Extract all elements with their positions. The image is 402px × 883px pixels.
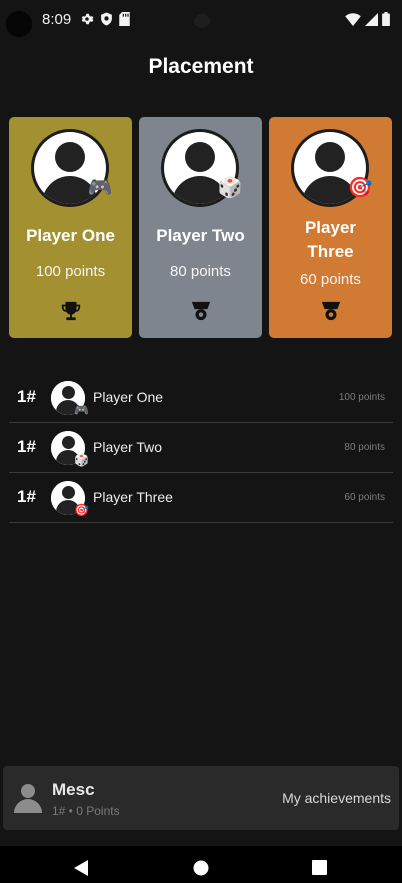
avatar: 🎲 — [161, 129, 242, 207]
sd-card-icon — [119, 12, 130, 26]
list-item[interactable]: 1# 🎯 Player Three 60 points — [9, 473, 393, 523]
shield-icon — [100, 12, 113, 26]
camera-cutout — [6, 11, 32, 37]
podium-card-second[interactable]: 🎲 Player Two 80 points — [139, 117, 262, 338]
trophy-icon — [60, 300, 82, 322]
signal-icon — [365, 12, 378, 31]
rank-label: 1# — [17, 437, 36, 456]
battery-icon — [382, 12, 390, 31]
player-name: Player One — [93, 389, 164, 405]
settings-icon — [80, 12, 94, 26]
dice-icon: 🎲 — [217, 177, 243, 199]
user-avatar-icon — [12, 782, 44, 814]
player-points: 100 points — [338, 392, 385, 403]
podium-card-third[interactable]: 🎯 Player Three 60 points — [269, 117, 392, 338]
rank-label: 1# — [17, 387, 36, 406]
avatar: 🎯 — [51, 481, 89, 517]
podium: 🎮 Player One 100 points 🎲 Player Two 80 … — [9, 117, 393, 338]
back-icon[interactable] — [73, 860, 89, 881]
avatar: 🎲 — [51, 431, 89, 467]
list-item[interactable]: 1# 🎲 Player Two 80 points — [9, 423, 393, 473]
wifi-icon — [345, 12, 361, 31]
front-sensor — [194, 14, 210, 28]
player-name: Player Two — [93, 439, 162, 455]
player-points: 80 points — [344, 442, 385, 453]
system-nav-bar — [0, 846, 402, 883]
medal-icon — [190, 300, 212, 322]
recents-icon[interactable] — [312, 860, 327, 880]
gamepad-icon: 🎮 — [74, 403, 89, 417]
page-title: Placement — [148, 55, 254, 78]
avatar: 🎮 — [51, 381, 89, 417]
player-points: 60 points — [300, 271, 361, 288]
ranking-list: 1# 🎮 Player One 100 points 1# 🎲 Player T… — [9, 373, 393, 523]
user-name: Mesc — [52, 780, 95, 799]
target-icon: 🎯 — [347, 177, 373, 199]
rank-label: 1# — [17, 487, 36, 506]
home-icon[interactable] — [193, 860, 209, 881]
avatar: 🎯 — [291, 129, 372, 207]
user-rank-points: 1# • 0 Points — [52, 804, 120, 818]
dice-icon: 🎲 — [74, 453, 89, 467]
avatar: 🎮 — [31, 129, 112, 207]
player-points: 100 points — [35, 263, 106, 280]
player-points: 80 points — [170, 263, 231, 280]
list-item[interactable]: 1# 🎮 Player One 100 points — [9, 373, 393, 423]
status-time: 8:09 — [42, 11, 72, 28]
player-name: Player Two — [156, 226, 245, 245]
player-name: Player Three — [304, 218, 357, 261]
target-icon: 🎯 — [74, 503, 89, 517]
medal-icon — [320, 300, 342, 322]
gamepad-icon: 🎮 — [87, 177, 113, 199]
player-name: Player Three — [93, 489, 173, 505]
current-user-bar: Mesc 1# • 0 Points My achievements — [3, 766, 399, 830]
status-bar: 8:09 — [0, 0, 402, 40]
player-name: Player One — [26, 226, 115, 245]
my-achievements-button[interactable]: My achievements — [282, 790, 391, 806]
podium-card-first[interactable]: 🎮 Player One 100 points — [9, 117, 132, 338]
player-points: 60 points — [344, 492, 385, 503]
